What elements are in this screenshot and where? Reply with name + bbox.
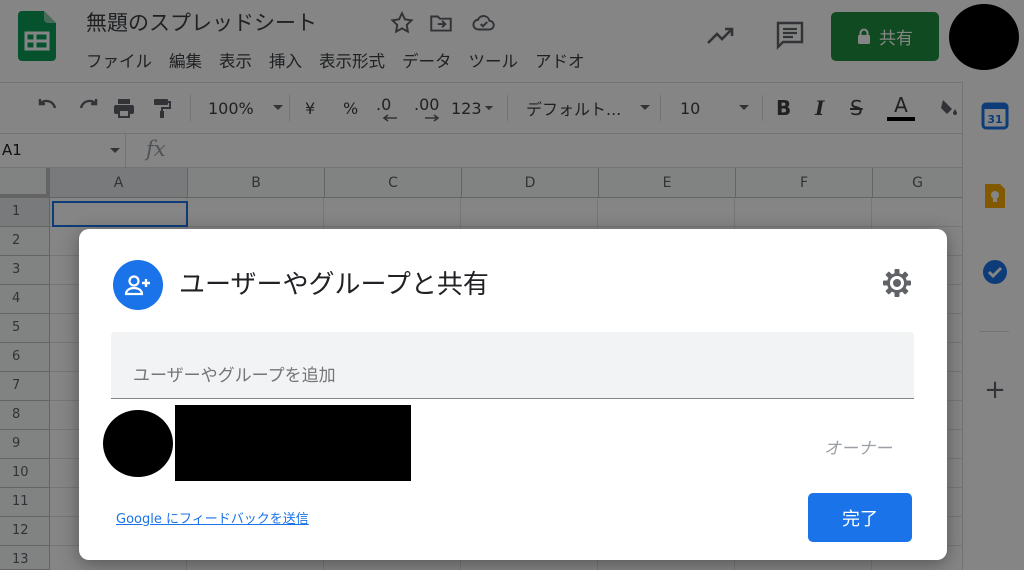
gear-icon[interactable]	[881, 267, 913, 299]
owner-avatar	[103, 410, 173, 477]
add-people-input[interactable]	[111, 332, 914, 399]
share-dialog: ユーザーやグループと共有 オーナー Google にフィードバックを送信 完了	[79, 229, 947, 560]
owner-name-redacted	[175, 405, 411, 481]
send-feedback-link[interactable]: Google にフィードバックを送信	[116, 508, 309, 527]
add-person-icon	[113, 260, 163, 310]
owner-role-label: オーナー	[824, 439, 892, 459]
dialog-title: ユーザーやグループと共有	[179, 270, 489, 300]
done-button[interactable]: 完了	[808, 493, 912, 542]
